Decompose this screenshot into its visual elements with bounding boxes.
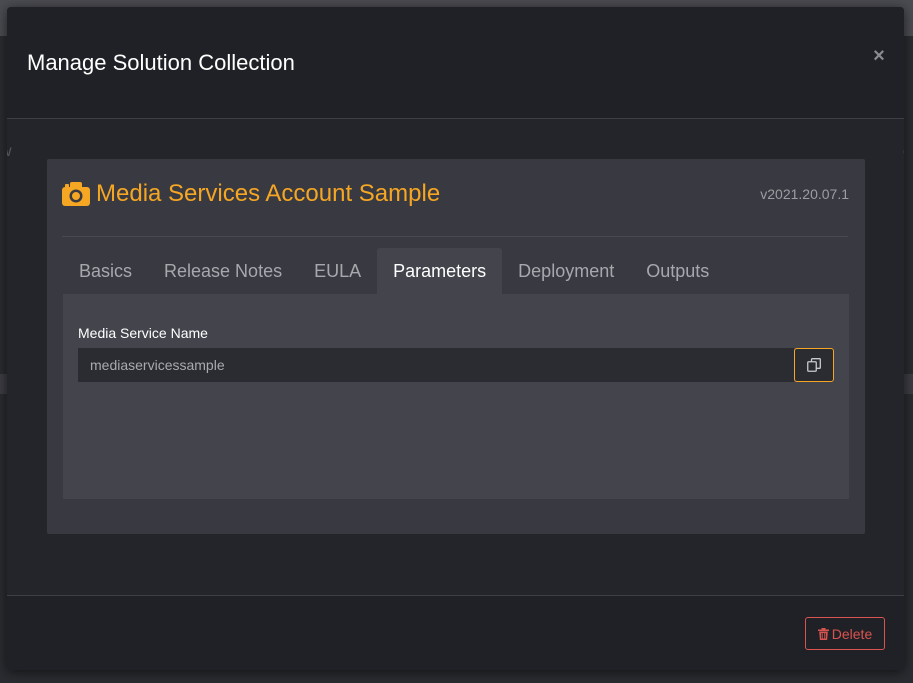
card-divider (62, 236, 848, 237)
background-text-left: w (7, 143, 12, 161)
version-label: v2021.20.07.1 (760, 186, 849, 202)
tab-basics[interactable]: Basics (63, 248, 148, 294)
close-icon[interactable]: × (871, 45, 887, 67)
tab-parameters[interactable]: Parameters (377, 248, 503, 294)
media-service-name-input[interactable] (78, 348, 794, 382)
tab-bar: Basics Release Notes EULA Parameters Dep… (63, 248, 725, 294)
delete-button[interactable]: Delete (805, 617, 885, 650)
background-text-right: d (903, 143, 904, 161)
media-service-name-label: Media Service Name (78, 325, 208, 341)
tab-eula[interactable]: EULA (298, 248, 377, 294)
copy-button[interactable] (794, 348, 834, 382)
modal-title: Manage Solution Collection (27, 50, 295, 75)
modal-body: w d Media Services Account Sample v2021.… (7, 119, 904, 595)
tab-outputs[interactable]: Outputs (630, 248, 725, 294)
modal-footer: Delete (7, 595, 904, 670)
tab-release-notes[interactable]: Release Notes (148, 248, 298, 294)
solution-card: Media Services Account Sample v2021.20.0… (47, 159, 865, 534)
copy-icon (807, 358, 821, 372)
tab-deployment[interactable]: Deployment (502, 248, 630, 294)
parameters-panel: Media Service Name (63, 294, 849, 499)
manage-solution-modal: Manage Solution Collection × w d Media S… (7, 7, 904, 670)
camera-icon (62, 182, 90, 206)
trash-icon (817, 627, 829, 640)
card-title-row: Media Services Account Sample (62, 179, 440, 209)
modal-header: Manage Solution Collection × (7, 7, 904, 119)
delete-label: Delete (831, 625, 873, 642)
card-title: Media Services Account Sample (96, 180, 441, 207)
